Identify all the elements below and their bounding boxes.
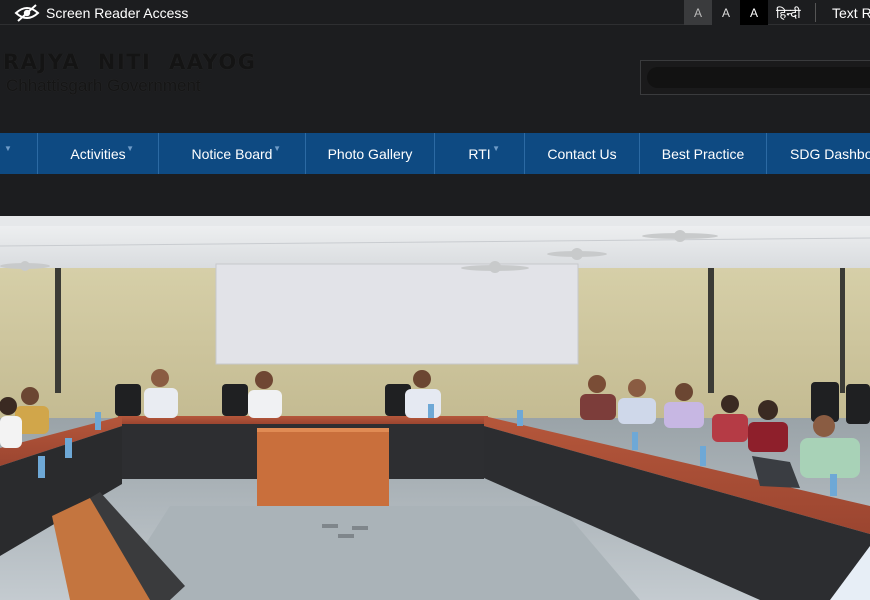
nav-label: Contact Us	[547, 145, 617, 162]
nav-label: Photo Gallery	[327, 145, 413, 162]
eye-slash-icon	[14, 3, 40, 22]
nav-label: Notice Board	[191, 145, 273, 162]
font-increase-button[interactable]: A	[740, 0, 768, 25]
text-resize-link[interactable]: Text R	[832, 0, 870, 25]
search-box	[640, 60, 870, 95]
nav-item-contact-us[interactable]: Contact Us	[525, 133, 640, 174]
font-size-controls: A A A	[684, 0, 768, 25]
chevron-down-icon: ▼	[4, 144, 12, 153]
hero-banner-photo	[0, 216, 870, 600]
language-hindi-link[interactable]: हिन्दी	[776, 0, 801, 25]
site-brand[interactable]: RAJYA NITI AAYOG Chhattisgarh Government	[3, 50, 257, 96]
nav-label: Activities	[70, 145, 126, 162]
nav-label: RTI	[468, 145, 491, 162]
org-subtitle: Chhattisgarh Government	[6, 76, 201, 95]
search-input[interactable]	[647, 67, 870, 88]
meeting-room-image	[0, 216, 870, 600]
org-name: RAJYA NITI AAYOG	[3, 50, 257, 74]
nav-item-rti[interactable]: RTI ▼	[435, 133, 525, 174]
screen-reader-label: Screen Reader Access	[46, 4, 189, 21]
screen-reader-link[interactable]: Screen Reader Access	[14, 0, 188, 25]
nav-item-sdg-dashboard[interactable]: SDG Dashbo	[767, 133, 870, 174]
accessibility-bar: Screen Reader Access A A A हिन्दी Text R	[0, 0, 870, 25]
chevron-down-icon: ▼	[492, 144, 500, 153]
font-normal-button[interactable]: A	[712, 0, 740, 25]
font-decrease-button[interactable]: A	[684, 0, 712, 25]
main-nav: ▼ Activities ▼ Notice Board ▼ Photo Gall…	[0, 133, 870, 174]
nav-item-activities[interactable]: Activities ▼	[38, 133, 159, 174]
chevron-down-icon: ▼	[273, 144, 281, 153]
nav-item-best-practice[interactable]: Best Practice	[640, 133, 767, 174]
nav-label: SDG Dashbo	[790, 145, 870, 162]
nav-item-notice-board[interactable]: Notice Board ▼	[159, 133, 306, 174]
nav-item-photo-gallery[interactable]: Photo Gallery	[306, 133, 435, 174]
nav-item-home[interactable]: ▼	[0, 133, 38, 174]
nav-label: Best Practice	[661, 145, 745, 162]
chevron-down-icon: ▼	[126, 144, 134, 153]
divider	[815, 3, 816, 22]
